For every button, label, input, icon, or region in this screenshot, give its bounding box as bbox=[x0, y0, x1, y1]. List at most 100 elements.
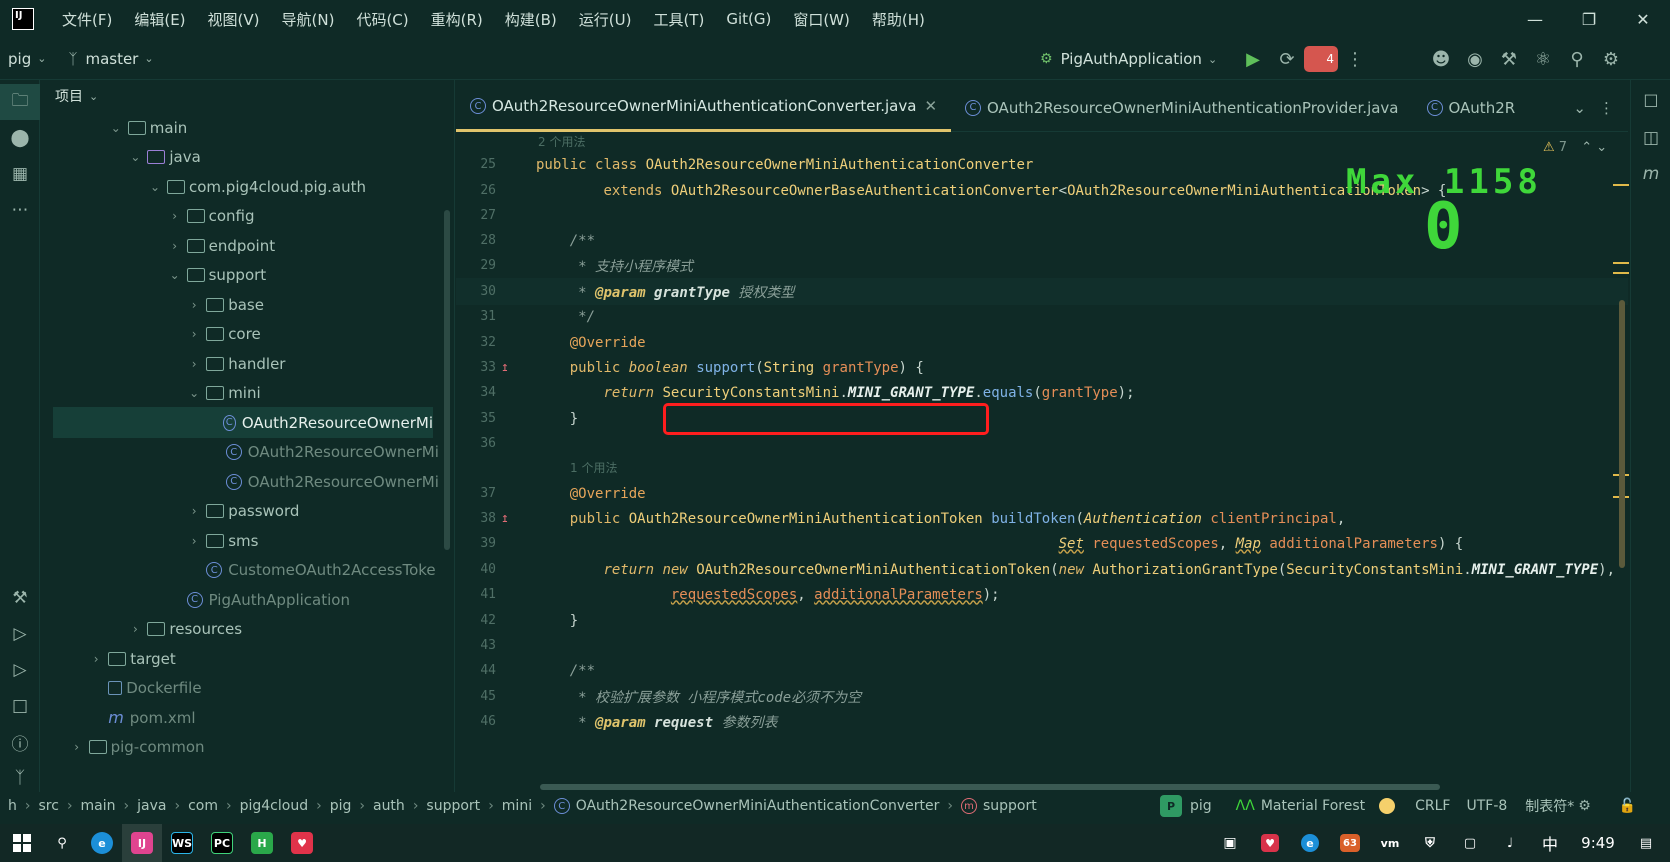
tab-provider[interactable]: C OAuth2ResourceOwnerMiniAuthenticationP… bbox=[951, 84, 1412, 132]
usages-hint[interactable]: 2 个用法 bbox=[538, 133, 585, 150]
project-folder-icon[interactable]: 🗀 bbox=[0, 84, 40, 120]
git-icon[interactable]: ᛉ bbox=[0, 760, 40, 796]
chevron-down-icon[interactable]: ⌄ bbox=[1573, 99, 1586, 117]
tree-item[interactable]: m pom.xml bbox=[41, 702, 454, 733]
tree-item[interactable]: C PigAuthApplication bbox=[41, 584, 454, 615]
run-icon[interactable]: ▶ bbox=[1236, 42, 1270, 76]
ai-assistant-icon[interactable]: ⚛ bbox=[1526, 42, 1560, 76]
project-scrollbar[interactable] bbox=[444, 210, 450, 550]
search-icon[interactable]: ⚲ bbox=[42, 824, 82, 862]
run-config-selector[interactable]: PigAuthApplication bbox=[1061, 50, 1202, 68]
tree-item[interactable]: ⌄ mini bbox=[41, 378, 454, 409]
breadcrumb-item[interactable]: src bbox=[38, 798, 58, 814]
breadcrumb-item[interactable]: java bbox=[137, 798, 166, 814]
chevron-down-icon[interactable]: ⌄ bbox=[127, 150, 143, 164]
stop-icon[interactable]: 4 bbox=[1304, 42, 1338, 76]
build-icon[interactable]: ⚒ bbox=[0, 580, 40, 616]
tree-item[interactable]: ⌄ support bbox=[41, 260, 454, 291]
structure-icon[interactable]: ▦ bbox=[0, 156, 40, 192]
tree-item[interactable]: › target bbox=[41, 643, 454, 674]
account-icon[interactable]: ☻ bbox=[1424, 42, 1458, 76]
chevron-down-icon[interactable]: ⌄ bbox=[167, 268, 183, 282]
chevron-down-icon[interactable]: ⌄ bbox=[37, 52, 46, 65]
tray-volume-icon[interactable]: ♩ bbox=[1490, 824, 1530, 862]
breadcrumb-item[interactable]: OAuth2ResourceOwnerMiniAuthenticationCon… bbox=[576, 798, 940, 814]
menu-git[interactable]: Git(G) bbox=[726, 10, 771, 28]
override-gutter-icon[interactable]: ↥ bbox=[501, 360, 509, 375]
more-tabs-icon[interactable]: ⋮ bbox=[1599, 99, 1614, 117]
chevron-right-icon[interactable]: › bbox=[186, 357, 202, 371]
tree-item[interactable]: ⌄ com.pig4cloud.pig.auth bbox=[41, 171, 454, 202]
debug-icon[interactable]: ⟳ bbox=[1270, 42, 1304, 76]
override-gutter-icon[interactable]: ↥ bbox=[501, 511, 509, 526]
windows-start-icon[interactable] bbox=[2, 824, 42, 862]
menu-window[interactable]: 窗口(W) bbox=[793, 9, 850, 30]
tree-item[interactable]: Dockerfile bbox=[41, 673, 454, 704]
tree-item[interactable]: › password bbox=[41, 496, 454, 527]
menu-code[interactable]: 代码(C) bbox=[356, 9, 408, 30]
status-encoding[interactable]: UTF-8 bbox=[1466, 798, 1507, 814]
ime-indicator[interactable]: 中 bbox=[1530, 824, 1570, 862]
pycharm-icon[interactable]: PC bbox=[202, 824, 242, 862]
commit-icon[interactable]: ⬤ bbox=[0, 120, 40, 156]
menu-view[interactable]: 视图(V) bbox=[208, 9, 260, 30]
chevron-down-icon[interactable]: ⌄ bbox=[1208, 53, 1217, 66]
theme-dot-icon[interactable] bbox=[1379, 798, 1396, 814]
chevron-right-icon[interactable]: › bbox=[69, 740, 85, 754]
more-actions-icon[interactable]: ⋮ bbox=[1338, 42, 1372, 76]
tray-cast-icon[interactable]: ▣ bbox=[1210, 824, 1250, 862]
tree-item[interactable]: C CustomeOAuth2AccessToke bbox=[41, 555, 454, 586]
menu-tools[interactable]: 工具(T) bbox=[653, 9, 704, 30]
tab-overflow[interactable]: C OAuth2R bbox=[1413, 84, 1530, 132]
menu-file[interactable]: 文件(F) bbox=[62, 9, 112, 30]
tree-item[interactable]: › sms bbox=[41, 525, 454, 556]
chevron-right-icon[interactable]: › bbox=[186, 327, 202, 341]
restore-icon[interactable]: ❐ bbox=[1562, 0, 1616, 38]
breadcrumb-item[interactable]: support bbox=[426, 798, 480, 814]
tab-converter[interactable]: C OAuth2ResourceOwnerMiniAuthenticationC… bbox=[456, 84, 952, 132]
tree-item[interactable]: › handler bbox=[41, 348, 454, 379]
clock[interactable]: 9:49 bbox=[1570, 824, 1626, 862]
branch-selector[interactable]: master bbox=[85, 50, 138, 68]
terminal-icon[interactable]: □ bbox=[0, 688, 40, 724]
menu-edit[interactable]: 编辑(E) bbox=[134, 9, 185, 30]
tree-item[interactable]: C OAuth2ResourceOwnerMi bbox=[41, 466, 454, 497]
problems-icon[interactable]: ⓘ bbox=[0, 724, 40, 760]
tree-item[interactable]: › resources bbox=[41, 614, 454, 645]
chevron-right-icon[interactable]: › bbox=[88, 652, 104, 666]
hbuilder-icon[interactable]: H bbox=[242, 824, 282, 862]
tree-item[interactable]: ⌄ java bbox=[41, 142, 454, 173]
usages-hint[interactable]: 1 个用法 bbox=[570, 459, 617, 476]
menu-build[interactable]: 构建(B) bbox=[505, 9, 557, 30]
indent-settings-icon[interactable]: ⚙ bbox=[1578, 798, 1591, 814]
close-icon[interactable]: ✕ bbox=[1616, 0, 1670, 38]
tree-item[interactable]: ⌄ main bbox=[41, 112, 454, 143]
tray-edge-icon[interactable]: e bbox=[1290, 824, 1330, 862]
status-indent[interactable]: 制表符* bbox=[1525, 796, 1574, 816]
editor-scrollbar-vertical[interactable] bbox=[1619, 300, 1625, 568]
breadcrumb-item[interactable]: mini bbox=[502, 798, 532, 814]
maven-icon[interactable]: m bbox=[1631, 156, 1670, 192]
chevron-down-icon[interactable]: ⌄ bbox=[108, 121, 124, 135]
menu-help[interactable]: 帮助(H) bbox=[872, 9, 925, 30]
intellij-idea-icon[interactable]: IJ bbox=[122, 824, 162, 862]
close-icon[interactable]: ✕ bbox=[924, 97, 937, 115]
tree-item[interactable]: › pig-common bbox=[41, 732, 454, 763]
notifications-icon[interactable]: ☐ bbox=[1631, 84, 1670, 120]
edge-browser-icon[interactable]: e bbox=[82, 824, 122, 862]
tree-item[interactable]: › config bbox=[41, 201, 454, 232]
tray-vm-icon[interactable]: vm bbox=[1370, 824, 1410, 862]
tray-badge-icon[interactable]: 63 bbox=[1330, 824, 1370, 862]
search-icon[interactable]: ⚲ bbox=[1560, 42, 1594, 76]
menu-refactor[interactable]: 重构(R) bbox=[431, 9, 483, 30]
more-tools-icon[interactable]: ⋯ bbox=[0, 192, 40, 228]
breadcrumb-item[interactable]: com bbox=[188, 798, 218, 814]
app-shield-icon[interactable]: ♥ bbox=[282, 824, 322, 862]
tree-item[interactable]: › endpoint bbox=[41, 230, 454, 261]
chevron-right-icon[interactable]: › bbox=[186, 504, 202, 518]
breadcrumb-item[interactable]: support bbox=[983, 798, 1037, 814]
code-with-me-icon[interactable]: ◉ bbox=[1458, 42, 1492, 76]
settings-icon[interactable]: ⚙ bbox=[1594, 42, 1628, 76]
app-logo-icon[interactable]: IJ bbox=[12, 8, 34, 30]
tree-item[interactable]: › base bbox=[41, 289, 454, 320]
